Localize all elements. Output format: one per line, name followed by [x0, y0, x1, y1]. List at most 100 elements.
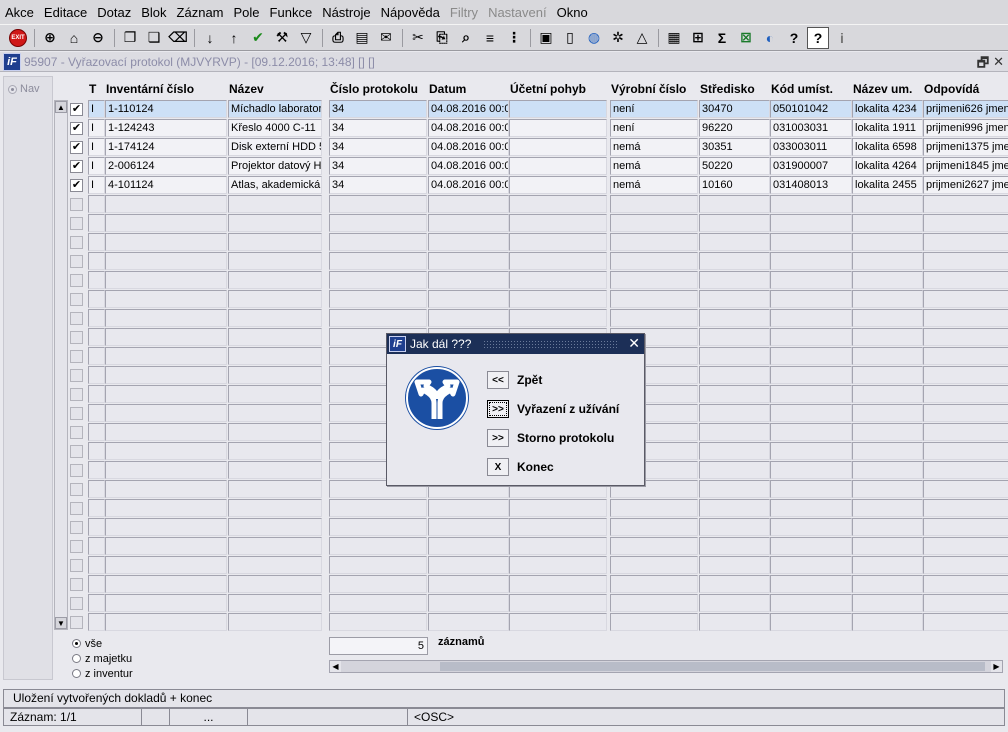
- cell-t[interactable]: [88, 328, 105, 346]
- cell-nazev-um[interactable]: lokalita 2455: [852, 176, 923, 194]
- cell-vyrobni-cislo[interactable]: [610, 613, 698, 631]
- menu-dotaz[interactable]: Dotaz: [92, 5, 136, 20]
- menu-pole[interactable]: Pole: [229, 5, 265, 20]
- row-checkbox[interactable]: [70, 559, 83, 572]
- cell-nazev[interactable]: Disk externí HDD 5: [228, 138, 322, 156]
- cell-kod-umist[interactable]: [770, 385, 852, 403]
- cell-odpovida[interactable]: [923, 461, 1008, 479]
- dialog-option-konec[interactable]: X Konec: [487, 457, 554, 477]
- row-checkbox[interactable]: [70, 331, 83, 344]
- cell-inv-cislo[interactable]: 1-124243: [105, 119, 227, 137]
- cell-ucetni-pohyb[interactable]: [509, 309, 607, 327]
- cell-inv-cislo[interactable]: [105, 290, 227, 308]
- cell-kod-umist[interactable]: 031003031: [770, 119, 852, 137]
- dialog-option-vyrazeni-z-uzivani[interactable]: >> Vyřazení z užívání: [487, 399, 619, 419]
- cell-vyrobni-cislo[interactable]: [610, 271, 698, 289]
- cell-ucetni-pohyb[interactable]: [509, 271, 607, 289]
- header-datum[interactable]: Datum: [428, 78, 508, 99]
- cell-datum[interactable]: [428, 499, 509, 517]
- cell-odpovida[interactable]: [923, 404, 1008, 422]
- restore-window-icon[interactable]: 🗗: [977, 54, 989, 76]
- cell-nazev[interactable]: [228, 252, 322, 270]
- row-checkbox[interactable]: [70, 255, 83, 268]
- context-help-icon[interactable]: ?: [807, 26, 829, 49]
- tree-icon[interactable]: ⋮: [503, 27, 525, 49]
- cell-nazev-um[interactable]: lokalita 4264: [852, 157, 923, 175]
- cell-stredisko[interactable]: 50220: [699, 157, 770, 175]
- cell-kod-umist[interactable]: 050101042: [770, 100, 852, 118]
- exit-icon[interactable]: EXIT: [7, 27, 29, 49]
- cell-inv-cislo[interactable]: [105, 556, 227, 574]
- nav-option[interactable]: Nav: [8, 83, 40, 95]
- cell-stredisko[interactable]: [699, 214, 770, 232]
- cell-nazev[interactable]: [228, 233, 322, 251]
- cell-datum[interactable]: [428, 252, 509, 270]
- cell-odpovida[interactable]: [923, 271, 1008, 289]
- menu-akce[interactable]: Akce: [0, 5, 39, 20]
- cell-kod-umist[interactable]: [770, 480, 852, 498]
- cell-inv-cislo[interactable]: 4-101124: [105, 176, 227, 194]
- row-checkbox[interactable]: [70, 445, 83, 458]
- cell-kod-umist[interactable]: [770, 423, 852, 441]
- cell-nazev-um[interactable]: [852, 613, 923, 631]
- row-checkbox[interactable]: ✔: [70, 141, 83, 154]
- cell-t[interactable]: [88, 233, 105, 251]
- cell-ucetni-pohyb[interactable]: [509, 214, 607, 232]
- cell-cislo-protokolu[interactable]: [329, 613, 427, 631]
- header-kod-umist[interactable]: Kód umíst.: [770, 78, 851, 99]
- cell-odpovida[interactable]: prijmeni626 jmen: [923, 100, 1008, 118]
- vertical-scrollbar[interactable]: ▲ ▼: [54, 100, 68, 630]
- filter-option-z-majetku[interactable]: z majetku: [72, 651, 133, 666]
- filter-option-vse[interactable]: vše: [72, 636, 133, 651]
- cell-ucetni-pohyb[interactable]: [509, 100, 607, 118]
- cell-kod-umist[interactable]: [770, 214, 852, 232]
- row-checkbox[interactable]: [70, 293, 83, 306]
- close-window-icon[interactable]: ✕: [993, 54, 1004, 76]
- cell-t[interactable]: [88, 537, 105, 555]
- cell-odpovida[interactable]: [923, 195, 1008, 213]
- document-icon[interactable]: ▯: [559, 27, 581, 49]
- cell-stredisko[interactable]: [699, 347, 770, 365]
- cell-kod-umist[interactable]: [770, 233, 852, 251]
- cell-ucetni-pohyb[interactable]: [509, 176, 607, 194]
- cell-stredisko[interactable]: 96220: [699, 119, 770, 137]
- cell-nazev[interactable]: [228, 461, 322, 479]
- cell-nazev[interactable]: [228, 328, 322, 346]
- cell-nazev[interactable]: [228, 214, 322, 232]
- header-odpovida[interactable]: Odpovídá: [923, 78, 1008, 99]
- cell-stredisko[interactable]: [699, 537, 770, 555]
- row-checkbox[interactable]: [70, 369, 83, 382]
- cell-nazev[interactable]: [228, 423, 322, 441]
- cell-ucetni-pohyb[interactable]: [509, 252, 607, 270]
- cell-odpovida[interactable]: [923, 347, 1008, 365]
- cell-kod-umist[interactable]: [770, 328, 852, 346]
- cell-kod-umist[interactable]: [770, 499, 852, 517]
- cell-odpovida[interactable]: [923, 575, 1008, 593]
- globe-icon[interactable]: ◍: [583, 27, 605, 49]
- cell-inv-cislo[interactable]: [105, 499, 227, 517]
- cell-t[interactable]: I: [88, 100, 105, 118]
- cell-ucetni-pohyb[interactable]: [509, 233, 607, 251]
- cell-t[interactable]: [88, 309, 105, 327]
- cell-inv-cislo[interactable]: [105, 518, 227, 536]
- cell-nazev[interactable]: [228, 499, 322, 517]
- row-checkbox[interactable]: [70, 597, 83, 610]
- cell-nazev-um[interactable]: [852, 556, 923, 574]
- cell-datum[interactable]: 04.08.2016 00:0: [428, 157, 509, 175]
- header-ucetni-pohyb[interactable]: Účetní pohyb: [509, 78, 606, 99]
- cell-odpovida[interactable]: [923, 518, 1008, 536]
- cell-nazev-um[interactable]: [852, 480, 923, 498]
- cell-inv-cislo[interactable]: [105, 461, 227, 479]
- cell-nazev[interactable]: [228, 594, 322, 612]
- header-t[interactable]: T: [88, 78, 104, 99]
- cell-cislo-protokolu[interactable]: [329, 214, 427, 232]
- row-checkbox[interactable]: [70, 274, 83, 287]
- cell-odpovida[interactable]: [923, 537, 1008, 555]
- cell-odpovida[interactable]: prijmeni2627 jme: [923, 176, 1008, 194]
- cell-nazev-um[interactable]: [852, 594, 923, 612]
- cell-nazev-um[interactable]: [852, 347, 923, 365]
- cell-t[interactable]: [88, 214, 105, 232]
- cell-nazev[interactable]: [228, 442, 322, 460]
- row-checkbox[interactable]: [70, 388, 83, 401]
- filter-option-z-inventur[interactable]: z inventur: [72, 666, 133, 681]
